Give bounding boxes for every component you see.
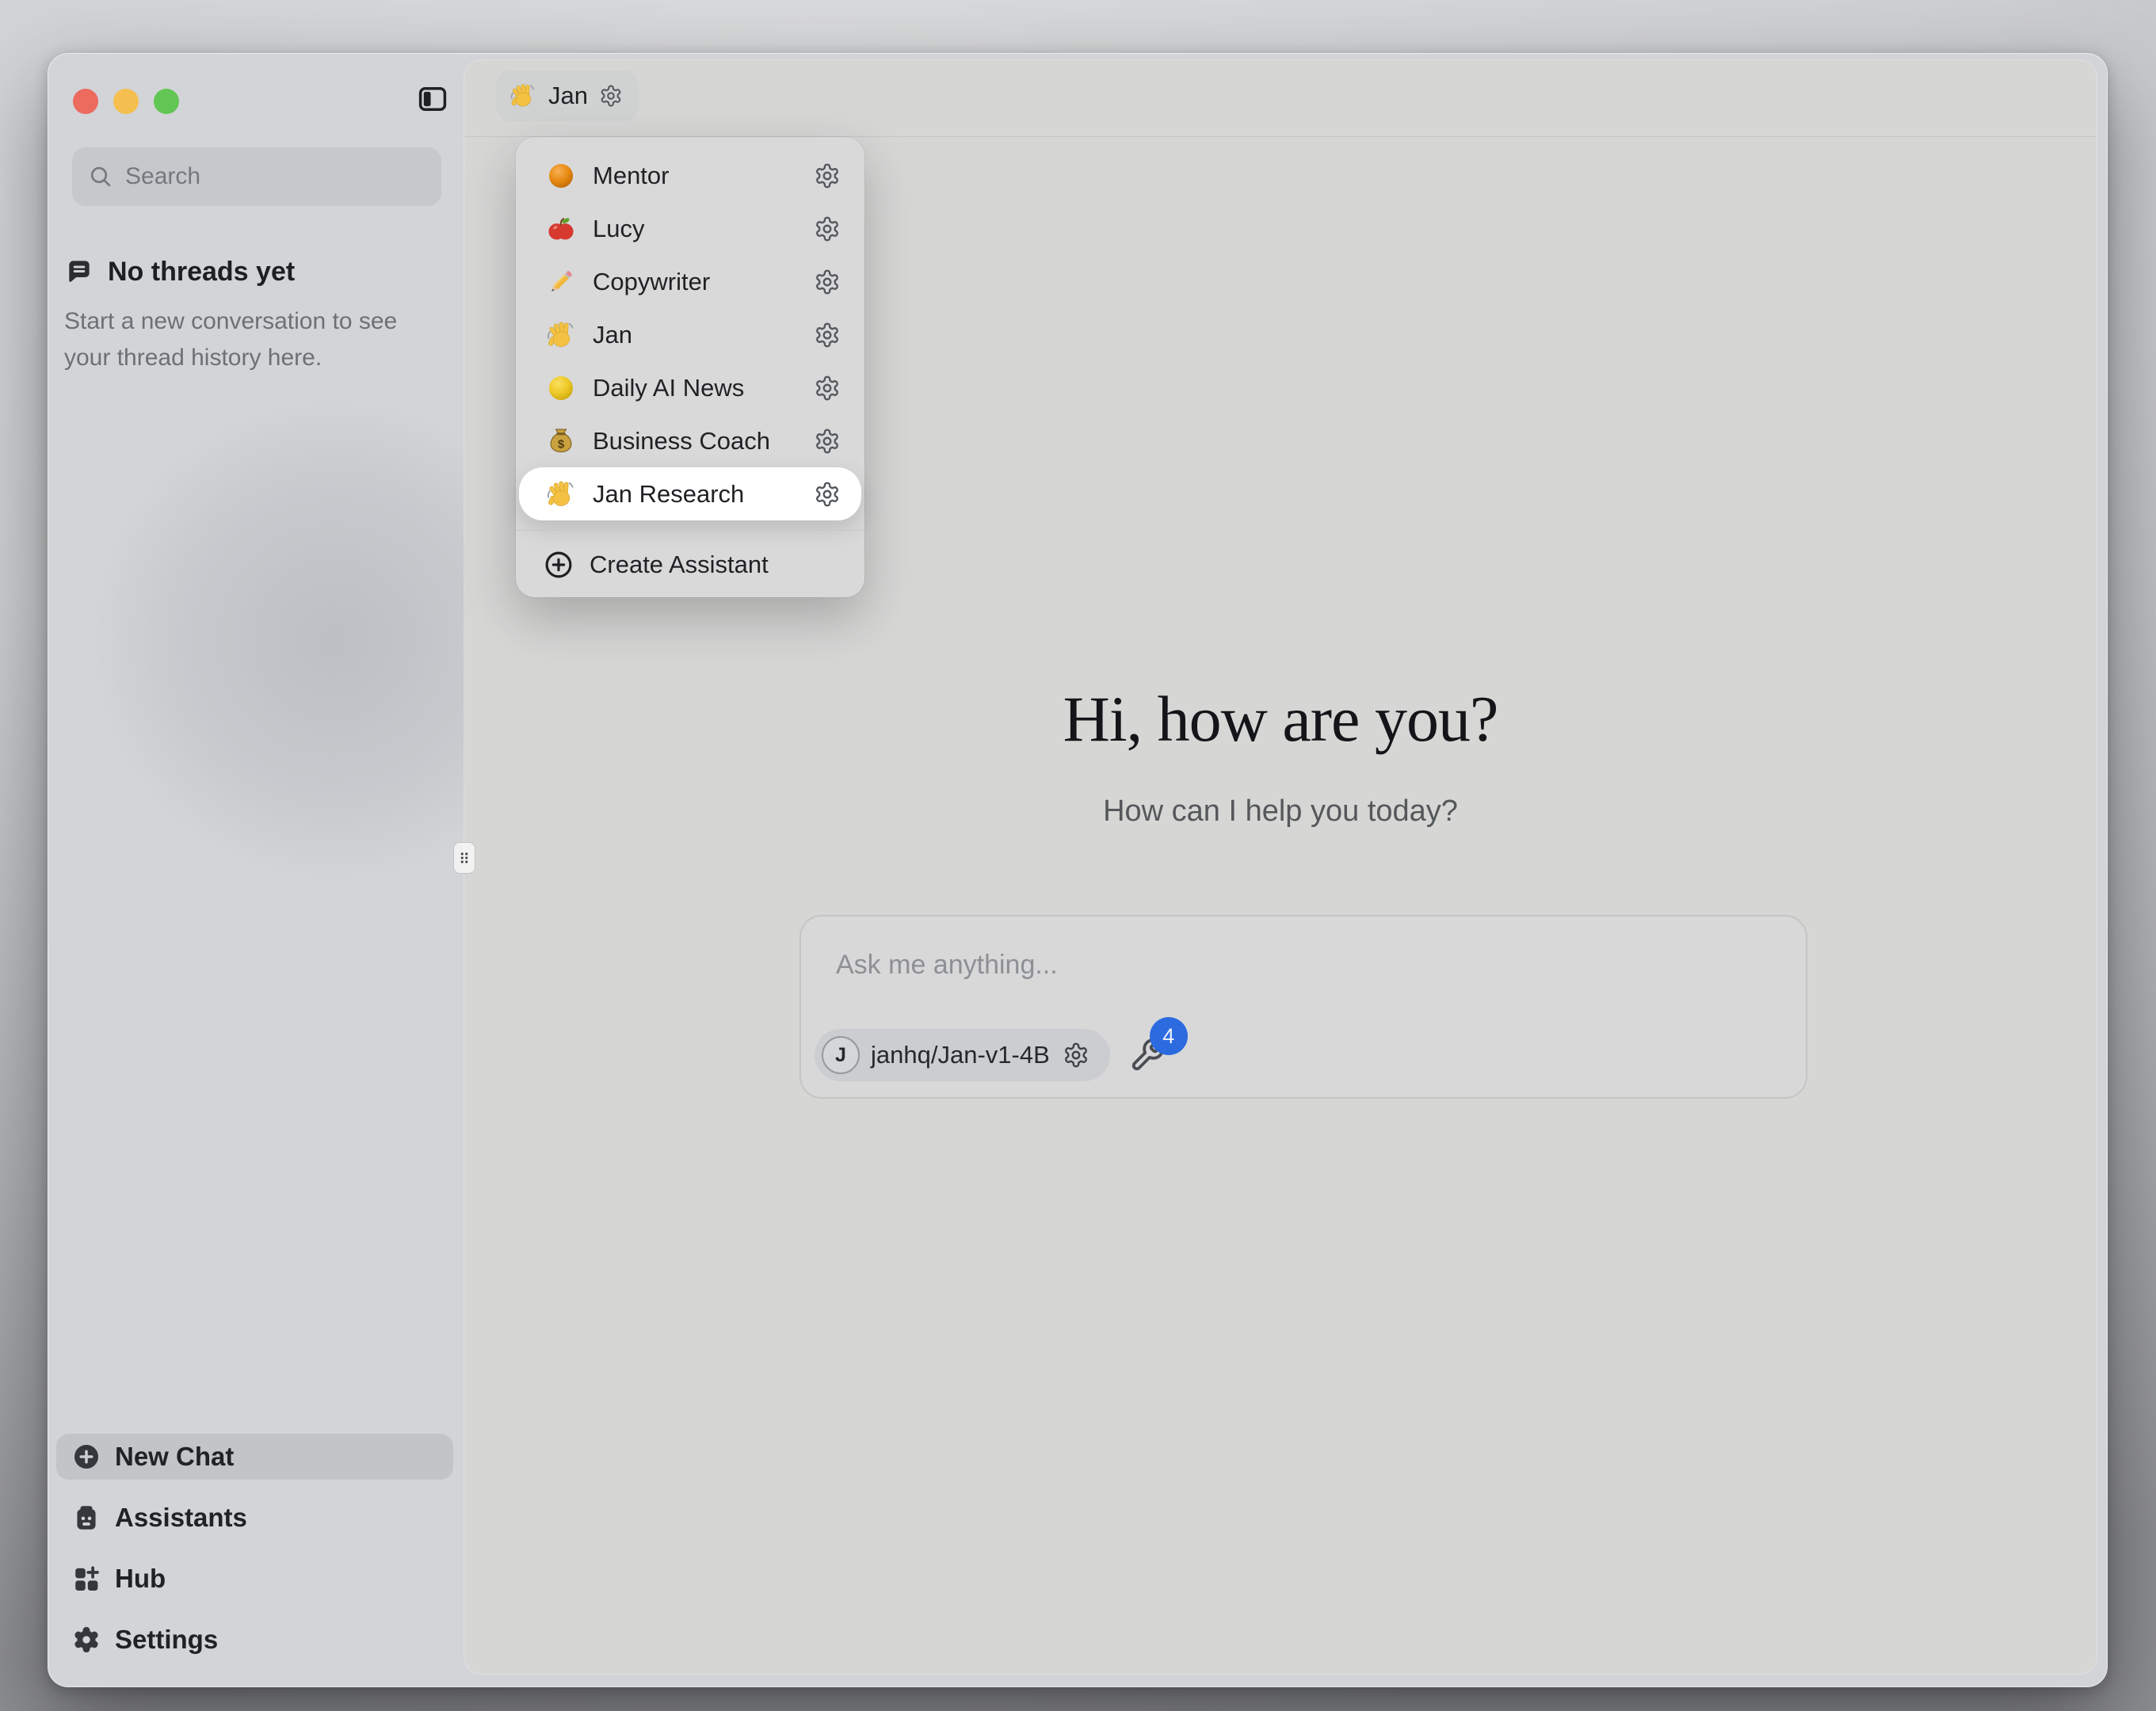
orange-circle-emoji-icon: [545, 160, 577, 192]
grip-dots-icon: [456, 849, 473, 867]
yellow-circle-emoji-icon: [545, 372, 577, 404]
money-bag-emoji-icon: [545, 425, 577, 457]
menu-item-label: Jan: [593, 321, 632, 349]
wave-emoji-icon: [545, 319, 577, 351]
menu-item-jan-research[interactable]: Jan Research: [519, 467, 861, 520]
sidebar-item-new-chat[interactable]: New Chat: [56, 1434, 453, 1480]
gear-icon[interactable]: [1063, 1042, 1089, 1069]
create-assistant-label: Create Assistant: [590, 551, 769, 579]
search-input[interactable]: Search: [72, 147, 441, 206]
search-placeholder: Search: [125, 163, 200, 190]
menu-item-daily-ai-news[interactable]: Daily AI News: [519, 361, 861, 414]
sidebar: Search No threads yet Start a new conver…: [48, 54, 464, 1686]
gear-icon[interactable]: [814, 215, 841, 242]
close-window-button[interactable]: [73, 89, 98, 114]
app-window: Search No threads yet Start a new conver…: [48, 53, 2108, 1687]
wave-emoji-icon: [545, 478, 577, 510]
greeting-subtitle: How can I help you today?: [464, 795, 2097, 829]
zoom-window-button[interactable]: [154, 89, 179, 114]
sidebar-item-hub[interactable]: Hub: [56, 1556, 453, 1602]
plus-circle-icon: [72, 1442, 101, 1471]
menu-item-label: Lucy: [593, 215, 644, 243]
menu-item-label: Mentor: [593, 162, 669, 190]
model-avatar: J: [822, 1036, 860, 1074]
model-selector-button[interactable]: J janhq/Jan-v1-4B: [815, 1029, 1110, 1081]
gear-icon[interactable]: [814, 162, 841, 189]
greeting: Hi, how are you? How can I help you toda…: [464, 684, 2097, 829]
sidebar-resize-handle[interactable]: [453, 842, 475, 874]
main-panel: Jan Mentor Lucy Copywriter: [464, 60, 2097, 1674]
pencil-emoji-icon: [545, 266, 577, 298]
main-header: Jan: [464, 60, 2097, 137]
menu-item-label: Copywriter: [593, 268, 710, 296]
assistant-menu: Mentor Lucy Copywriter Jan Daily AI News: [516, 137, 864, 597]
assistants-clipboard-icon: [72, 1503, 101, 1532]
gear-icon[interactable]: [599, 84, 623, 108]
squares-plus-icon: [72, 1564, 101, 1593]
menu-item-label: Business Coach: [593, 427, 770, 455]
gear-icon[interactable]: [814, 269, 841, 295]
empty-state-title: No threads yet: [108, 257, 295, 288]
sidebar-item-settings[interactable]: Settings: [56, 1617, 453, 1663]
greeting-title: Hi, how are you?: [464, 684, 2097, 755]
empty-state-description: Start a new conversation to see your thr…: [64, 303, 437, 376]
tools-count-badge: 4: [1150, 1017, 1188, 1055]
gear-icon[interactable]: [814, 481, 841, 508]
composer-placeholder: Ask me anything...: [836, 950, 1058, 981]
composer-toolbar: J janhq/Jan-v1-4B 4: [815, 1029, 1167, 1081]
menu-item-label: Jan Research: [593, 480, 744, 509]
wave-emoji-icon: [509, 82, 537, 110]
menu-item-lucy[interactable]: Lucy: [519, 202, 861, 255]
nav-item-label: Settings: [115, 1625, 218, 1655]
chat-bubble-icon: [64, 257, 94, 288]
chat-composer[interactable]: Ask me anything... J janhq/Jan-v1-4B 4: [799, 915, 1807, 1099]
create-assistant-button[interactable]: Create Assistant: [519, 540, 861, 589]
menu-divider: [516, 530, 864, 531]
toggle-sidebar-button[interactable]: [416, 82, 449, 116]
nav-item-label: Assistants: [115, 1503, 247, 1533]
gear-icon[interactable]: [814, 322, 841, 349]
menu-item-label: Daily AI News: [593, 374, 744, 402]
gear-icon: [72, 1625, 101, 1654]
plus-circle-icon: [544, 550, 574, 580]
gear-icon[interactable]: [814, 428, 841, 455]
sidebar-toggle-icon: [416, 82, 449, 116]
menu-item-mentor[interactable]: Mentor: [519, 149, 861, 202]
apple-emoji-icon: [545, 213, 577, 245]
search-icon: [88, 164, 113, 189]
window-controls: [73, 89, 179, 114]
nav-item-label: New Chat: [115, 1442, 234, 1472]
tools-button[interactable]: 4: [1129, 1036, 1167, 1074]
menu-item-business-coach[interactable]: Business Coach: [519, 414, 861, 467]
menu-item-copywriter[interactable]: Copywriter: [519, 255, 861, 308]
assistant-selector-button[interactable]: Jan: [496, 70, 639, 121]
model-name: janhq/Jan-v1-4B: [871, 1041, 1050, 1069]
menu-item-jan[interactable]: Jan: [519, 308, 861, 361]
sidebar-item-assistants[interactable]: Assistants: [56, 1495, 453, 1541]
threads-empty-state: No threads yet Start a new conversation …: [64, 257, 437, 376]
assistant-selector-label: Jan: [548, 82, 588, 110]
minimize-window-button[interactable]: [113, 89, 139, 114]
gear-icon[interactable]: [814, 375, 841, 402]
sidebar-nav: New Chat Assistants Hub Settings: [56, 1434, 453, 1663]
nav-item-label: Hub: [115, 1564, 166, 1594]
